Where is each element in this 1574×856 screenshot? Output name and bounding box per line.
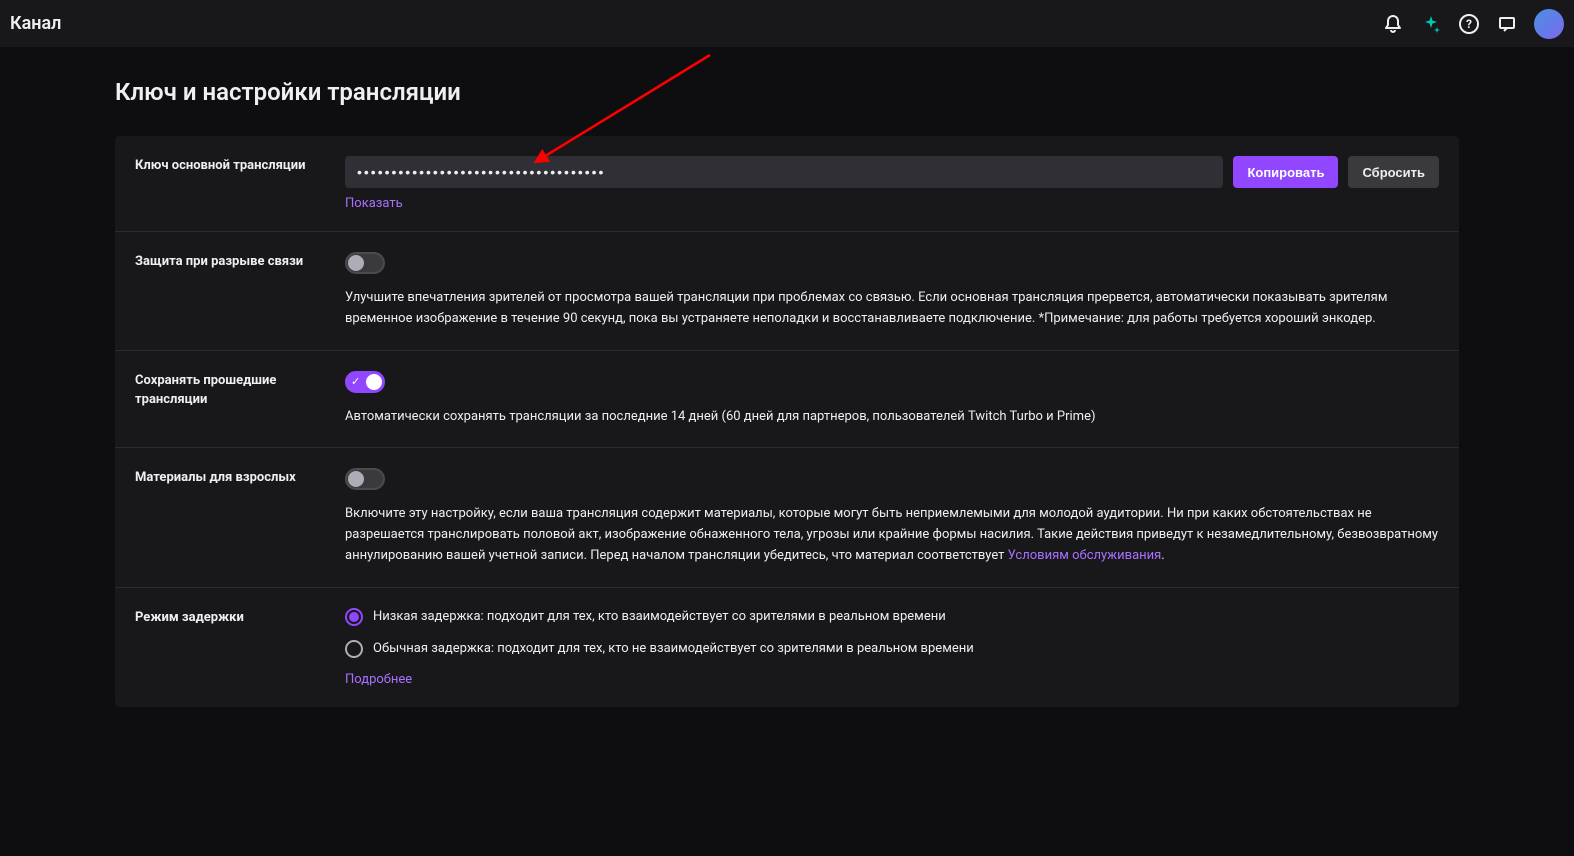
- store-vods-description: Автоматически сохранять трансляции за по…: [345, 407, 1439, 428]
- settings-card: Ключ основной трансляции Копировать Сбро…: [115, 136, 1459, 707]
- disconnect-protection-toggle[interactable]: [345, 252, 385, 274]
- topbar: Канал ?: [0, 0, 1574, 48]
- tos-link[interactable]: Условиям обслуживания: [1008, 548, 1162, 563]
- stream-key-input[interactable]: [345, 156, 1223, 188]
- topbar-actions: ?: [1378, 9, 1564, 39]
- latency-mode-label: Режим задержки: [135, 608, 345, 687]
- sparkle-icon[interactable]: [1416, 9, 1446, 39]
- radio-selected-icon: [345, 608, 363, 626]
- latency-more-link[interactable]: Подробнее: [345, 672, 412, 687]
- page-title: Ключ и настройки трансляции: [115, 78, 1459, 106]
- stream-key-row: Ключ основной трансляции Копировать Сбро…: [115, 136, 1459, 232]
- content-area: Ключ и настройки трансляции Ключ основно…: [0, 48, 1574, 856]
- copy-button[interactable]: Копировать: [1233, 156, 1338, 188]
- topbar-title: Канал: [10, 13, 61, 34]
- mature-content-toggle[interactable]: [345, 468, 385, 490]
- show-key-link[interactable]: Показать: [345, 196, 403, 211]
- latency-low-option[interactable]: Низкая задержка: подходит для тех, кто в…: [345, 608, 1439, 626]
- disconnect-protection-description: Улучшите впечатления зрителей от просмот…: [345, 288, 1439, 330]
- mature-content-label: Материалы для взрослых: [135, 468, 345, 566]
- mature-content-description: Включите эту настройку, если ваша трансл…: [345, 504, 1439, 566]
- store-vods-label: Сохранять прошедшие трансляции: [135, 371, 345, 428]
- disconnect-protection-row: Защита при разрыве связи Улучшите впечат…: [115, 232, 1459, 351]
- store-vods-toggle[interactable]: ✓: [345, 371, 385, 393]
- latency-mode-row: Режим задержки Низкая задержка: подходит…: [115, 588, 1459, 707]
- latency-normal-option[interactable]: Обычная задержка: подходит для тех, кто …: [345, 640, 1439, 658]
- disconnect-protection-label: Защита при разрыве связи: [135, 252, 345, 330]
- chat-icon[interactable]: [1492, 9, 1522, 39]
- store-vods-row: Сохранять прошедшие трансляции ✓ Автомат…: [115, 351, 1459, 449]
- notifications-icon[interactable]: [1378, 9, 1408, 39]
- help-icon[interactable]: ?: [1454, 9, 1484, 39]
- mature-content-row: Материалы для взрослых Включите эту наст…: [115, 448, 1459, 587]
- stream-key-label: Ключ основной трансляции: [135, 156, 345, 211]
- avatar[interactable]: [1534, 9, 1564, 39]
- reset-button[interactable]: Сбросить: [1348, 156, 1439, 188]
- radio-unselected-icon: [345, 640, 363, 658]
